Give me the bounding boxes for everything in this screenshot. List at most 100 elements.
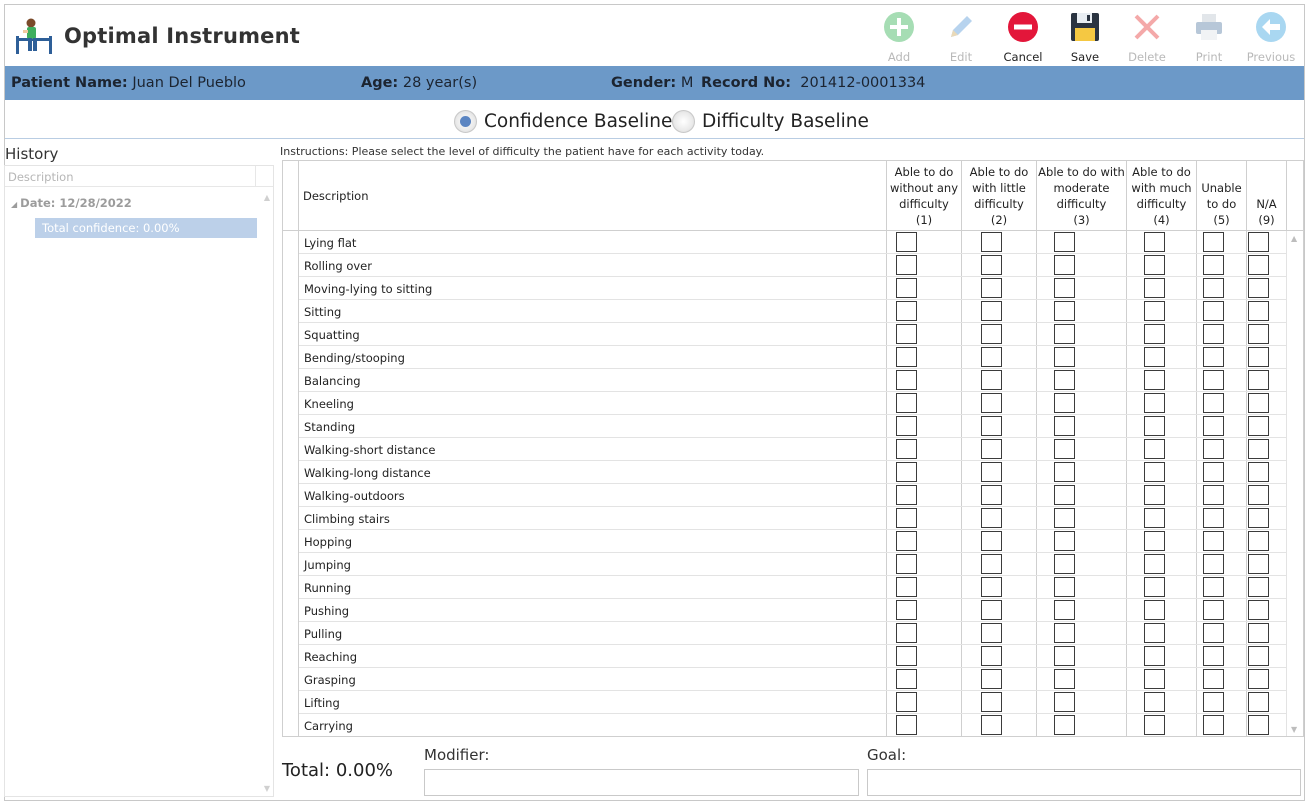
edit-button[interactable]: Edit: [930, 7, 992, 65]
rating-checkbox-4[interactable]: [1144, 669, 1165, 689]
rating-checkbox-4[interactable]: [1144, 577, 1165, 597]
add-button[interactable]: Add: [868, 7, 930, 65]
cancel-button[interactable]: Cancel: [992, 7, 1054, 65]
confidence-baseline-radio[interactable]: Confidence Baseline: [454, 110, 672, 133]
rating-checkbox-1[interactable]: [896, 554, 917, 574]
rating-checkbox-2[interactable]: [981, 715, 1002, 735]
rating-checkbox-4[interactable]: [1144, 646, 1165, 666]
rating-checkbox-4[interactable]: [1144, 324, 1165, 344]
grid-header-description[interactable]: Description: [303, 189, 369, 203]
rating-checkbox-5[interactable]: [1203, 439, 1224, 459]
rating-checkbox-6[interactable]: [1248, 439, 1269, 459]
rating-checkbox-4[interactable]: [1144, 393, 1165, 413]
rating-checkbox-5[interactable]: [1203, 623, 1224, 643]
rating-checkbox-5[interactable]: [1203, 692, 1224, 712]
rating-checkbox-6[interactable]: [1248, 554, 1269, 574]
rating-checkbox-2[interactable]: [981, 646, 1002, 666]
rating-checkbox-3[interactable]: [1054, 255, 1075, 275]
rating-checkbox-6[interactable]: [1248, 508, 1269, 528]
rating-checkbox-1[interactable]: [896, 255, 917, 275]
delete-button[interactable]: Delete: [1116, 7, 1178, 65]
rating-checkbox-6[interactable]: [1248, 232, 1269, 252]
rating-checkbox-3[interactable]: [1054, 232, 1075, 252]
rating-checkbox-3[interactable]: [1054, 531, 1075, 551]
rating-checkbox-4[interactable]: [1144, 715, 1165, 735]
rating-checkbox-2[interactable]: [981, 577, 1002, 597]
rating-checkbox-6[interactable]: [1248, 715, 1269, 735]
rating-checkbox-5[interactable]: [1203, 715, 1224, 735]
rating-checkbox-5[interactable]: [1203, 600, 1224, 620]
print-button[interactable]: Print: [1178, 7, 1240, 65]
difficulty-baseline-radio[interactable]: Difficulty Baseline: [672, 110, 869, 133]
rating-checkbox-2[interactable]: [981, 531, 1002, 551]
grid-header-col-4[interactable]: Able to do with much difficulty (4): [1126, 161, 1196, 231]
rating-checkbox-2[interactable]: [981, 439, 1002, 459]
scroll-up-icon[interactable]: ▲: [1291, 234, 1297, 243]
rating-checkbox-3[interactable]: [1054, 324, 1075, 344]
grid-header-col-2[interactable]: Able to do with little difficulty (2): [961, 161, 1036, 231]
history-column-header[interactable]: Description: [5, 166, 273, 187]
rating-checkbox-2[interactable]: [981, 324, 1002, 344]
rating-checkbox-2[interactable]: [981, 347, 1002, 367]
rating-checkbox-2[interactable]: [981, 301, 1002, 321]
rating-checkbox-4[interactable]: [1144, 600, 1165, 620]
rating-checkbox-3[interactable]: [1054, 669, 1075, 689]
rating-checkbox-5[interactable]: [1203, 347, 1224, 367]
rating-checkbox-1[interactable]: [896, 577, 917, 597]
rating-checkbox-4[interactable]: [1144, 439, 1165, 459]
rating-checkbox-4[interactable]: [1144, 255, 1165, 275]
rating-checkbox-1[interactable]: [896, 531, 917, 551]
rating-checkbox-2[interactable]: [981, 416, 1002, 436]
rating-checkbox-5[interactable]: [1203, 324, 1224, 344]
rating-checkbox-5[interactable]: [1203, 462, 1224, 482]
rating-checkbox-4[interactable]: [1144, 416, 1165, 436]
rating-checkbox-3[interactable]: [1054, 600, 1075, 620]
rating-checkbox-2[interactable]: [981, 485, 1002, 505]
rating-checkbox-5[interactable]: [1203, 278, 1224, 298]
rating-checkbox-5[interactable]: [1203, 485, 1224, 505]
rating-checkbox-4[interactable]: [1144, 554, 1165, 574]
rating-checkbox-1[interactable]: [896, 462, 917, 482]
rating-checkbox-2[interactable]: [981, 370, 1002, 390]
grid-header-col-3[interactable]: Able to do with moderate difficulty (3): [1036, 161, 1126, 231]
rating-checkbox-5[interactable]: [1203, 669, 1224, 689]
rating-checkbox-1[interactable]: [896, 715, 917, 735]
rating-checkbox-5[interactable]: [1203, 416, 1224, 436]
rating-checkbox-4[interactable]: [1144, 301, 1165, 321]
rating-checkbox-1[interactable]: [896, 301, 917, 321]
rating-checkbox-3[interactable]: [1054, 370, 1075, 390]
rating-checkbox-1[interactable]: [896, 508, 917, 528]
rating-checkbox-5[interactable]: [1203, 370, 1224, 390]
rating-checkbox-3[interactable]: [1054, 508, 1075, 528]
save-button[interactable]: Save: [1054, 7, 1116, 65]
rating-checkbox-1[interactable]: [896, 600, 917, 620]
rating-checkbox-4[interactable]: [1144, 692, 1165, 712]
rating-checkbox-3[interactable]: [1054, 554, 1075, 574]
rating-checkbox-6[interactable]: [1248, 278, 1269, 298]
rating-checkbox-5[interactable]: [1203, 255, 1224, 275]
rating-checkbox-5[interactable]: [1203, 393, 1224, 413]
rating-checkbox-2[interactable]: [981, 554, 1002, 574]
rating-checkbox-1[interactable]: [896, 393, 917, 413]
rating-checkbox-1[interactable]: [896, 370, 917, 390]
rating-checkbox-3[interactable]: [1054, 715, 1075, 735]
rating-checkbox-4[interactable]: [1144, 278, 1165, 298]
rating-checkbox-6[interactable]: [1248, 577, 1269, 597]
rating-checkbox-6[interactable]: [1248, 347, 1269, 367]
rating-checkbox-5[interactable]: [1203, 554, 1224, 574]
rating-checkbox-6[interactable]: [1248, 324, 1269, 344]
rating-checkbox-2[interactable]: [981, 232, 1002, 252]
rating-checkbox-1[interactable]: [896, 439, 917, 459]
history-date-node[interactable]: ◢ Date: 12/28/2022: [11, 196, 132, 210]
rating-checkbox-4[interactable]: [1144, 347, 1165, 367]
rating-checkbox-5[interactable]: [1203, 531, 1224, 551]
rating-checkbox-4[interactable]: [1144, 462, 1165, 482]
rating-checkbox-4[interactable]: [1144, 485, 1165, 505]
rating-checkbox-6[interactable]: [1248, 600, 1269, 620]
rating-checkbox-2[interactable]: [981, 600, 1002, 620]
rating-checkbox-3[interactable]: [1054, 623, 1075, 643]
rating-checkbox-6[interactable]: [1248, 669, 1269, 689]
previous-button[interactable]: Previous: [1240, 7, 1302, 65]
rating-checkbox-4[interactable]: [1144, 370, 1165, 390]
rating-checkbox-5[interactable]: [1203, 301, 1224, 321]
